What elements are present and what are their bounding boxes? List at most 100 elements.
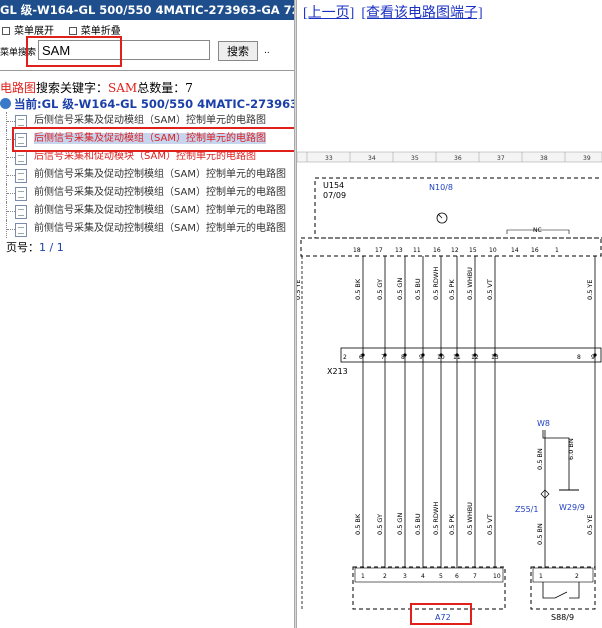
wire-label: 0.5 WHBU bbox=[466, 267, 474, 300]
current-vehicle[interactable]: 当前:GL 级-W164-GL 500/550 4MATIC-273963-GA… bbox=[0, 96, 294, 112]
wire-label: 0.5 GY bbox=[376, 514, 384, 535]
ye-wire-label: 0.5 YE bbox=[586, 515, 594, 535]
wire-junction bbox=[439, 353, 443, 357]
x213-label: X213 bbox=[327, 367, 348, 376]
ruler-label: 35 bbox=[411, 155, 419, 162]
s88-pin-2: 2 bbox=[575, 573, 579, 580]
wire-label: 0.5 BU bbox=[414, 513, 422, 535]
summary-count-label: 总数量： bbox=[137, 81, 186, 95]
top-pin-label: 16 bbox=[433, 247, 441, 254]
wire-label: 0.5 PK bbox=[448, 514, 456, 535]
pager-value[interactable]: 1 / 1 bbox=[39, 241, 64, 254]
top-pin-label: 1 bbox=[555, 247, 559, 254]
wire-label: 0.5 RDWH bbox=[432, 267, 440, 300]
w29-label: W29/9 bbox=[559, 503, 585, 512]
collapse-icon[interactable] bbox=[68, 27, 77, 35]
result-item-label: 后侧信号采集及促动模组（SAM）控制单元的电路图 bbox=[34, 115, 267, 126]
left-wire-label: 0.5 YE bbox=[297, 280, 302, 300]
wire-label: 0.5 GN bbox=[396, 278, 404, 300]
expand-icon[interactable] bbox=[2, 27, 10, 35]
result-item[interactable]: 前侧信号采集及促动控制模组（SAM）控制单元的电路图 bbox=[0, 166, 294, 184]
document-icon bbox=[15, 205, 27, 219]
switch-icon bbox=[542, 582, 580, 599]
s88-label: S88/9 bbox=[551, 613, 574, 622]
wire-junction bbox=[403, 353, 407, 357]
z55-label: Z55/1 bbox=[515, 505, 538, 514]
top-pin-label: 11 bbox=[413, 247, 421, 254]
bn-wire-label: 0.5 BN bbox=[536, 448, 544, 470]
current-vehicle-label: 当前:GL 级-W164-GL 500/550 4MATIC-273963-GA… bbox=[14, 97, 294, 111]
top-pin-label: 18 bbox=[353, 247, 361, 254]
n10-label: N10/8 bbox=[429, 183, 453, 192]
bn-wire2-label: 6.0 BN bbox=[567, 438, 575, 460]
left-panel: GL 级-W164-GL 500/550 4MATIC-273963-GA 72… bbox=[0, 0, 294, 628]
wire-label: 0.5 WHBU bbox=[466, 502, 474, 535]
search-extra: .. bbox=[264, 46, 270, 56]
wire-junction bbox=[361, 353, 365, 357]
wire-junction bbox=[493, 353, 497, 357]
wire-junction bbox=[473, 353, 477, 357]
wire-label: 0.5 VT bbox=[486, 514, 494, 535]
w8-branch: W8 W29/9 6.0 BN Z55/1 bbox=[515, 419, 585, 514]
wire-label: 0.5 GY bbox=[376, 279, 384, 300]
ruler-label: 34 bbox=[368, 155, 376, 162]
summary-keyword-label: 搜索关键字： bbox=[36, 81, 109, 95]
wire-label: 0.5 BK bbox=[354, 513, 362, 535]
divider-line bbox=[0, 70, 294, 71]
summary-prefix: 电路图 bbox=[0, 81, 37, 95]
result-item-label: 前侧信号采集及促动控制模组（SAM）控制单元的电路图 bbox=[34, 205, 287, 216]
ruler-label: 33 bbox=[325, 155, 333, 162]
nc-label: NC bbox=[533, 227, 542, 234]
wire-label: 0.5 BK bbox=[354, 278, 362, 300]
globe-icon bbox=[0, 98, 11, 109]
top-pin-label: 17 bbox=[375, 247, 383, 254]
top-pin-label: 12 bbox=[451, 247, 459, 254]
document-icon bbox=[15, 187, 27, 201]
result-item[interactable]: 前侧信号采集及促动控制模组（SAM）控制单元的电路图 bbox=[0, 202, 294, 220]
top-pin-label: 13 bbox=[395, 247, 403, 254]
top-pin-label: 14 bbox=[511, 247, 519, 254]
result-item[interactable]: 前侧信号采集及促动控制模组（SAM）控制单元的电路图 bbox=[0, 184, 294, 202]
wire-junction bbox=[455, 353, 459, 357]
bn-wire-label: 0.5 BN bbox=[536, 523, 544, 545]
bottom-pin-label: 10 bbox=[493, 573, 501, 580]
search-highlight-box bbox=[26, 36, 122, 67]
wiring-diagram: 33 34 35 36 37 38 39 U154 07/09 N10/8 18 17 13 11… bbox=[297, 151, 602, 625]
summary-keyword: SAM bbox=[108, 81, 138, 95]
search-button[interactable]: 搜索 bbox=[218, 41, 258, 61]
result-item[interactable]: 前侧信号采集及促动控制模组（SAM）控制单元的电路图 bbox=[0, 220, 294, 238]
bottom-pin-label: 1 bbox=[361, 573, 365, 580]
result-item-label: 前侧信号采集及促动控制模组（SAM）控制单元的电路图 bbox=[34, 187, 287, 198]
result-item-label: 后信号采集和促动模块（SAM）控制单元的电路图 bbox=[34, 151, 257, 162]
search-summary: 电路图搜索关键字：SAM总数量：7 bbox=[0, 79, 193, 96]
u154-label: U154 bbox=[323, 181, 344, 190]
wire-label: 0.5 VT bbox=[486, 279, 494, 300]
document-icon bbox=[15, 151, 27, 165]
bottom-pin-label: 5 bbox=[439, 573, 443, 580]
u154-box bbox=[314, 177, 602, 239]
document-icon bbox=[15, 169, 27, 183]
u154-sub-label: 07/09 bbox=[323, 191, 346, 200]
mid-pin-label: 2 bbox=[343, 354, 347, 361]
top-pin-label: 15 bbox=[469, 247, 477, 254]
wire-junction bbox=[383, 353, 387, 357]
a72-label: A72 bbox=[435, 613, 451, 622]
pager: 页号：1 / 1 bbox=[6, 239, 64, 255]
top-pin-label: 10 bbox=[489, 247, 497, 254]
bottom-pin-label: 2 bbox=[383, 573, 387, 580]
selected-highlight-box bbox=[12, 127, 294, 152]
ground-symbol-icon bbox=[436, 212, 448, 224]
ruler-label: 37 bbox=[497, 155, 505, 162]
ruler-label: 38 bbox=[540, 155, 548, 162]
vehicle-title-bar: GL 级-W164-GL 500/550 4MATIC-273963-GA 72… bbox=[0, 0, 294, 20]
document-icon bbox=[15, 223, 27, 237]
result-item-label: 前侧信号采集及促动控制模组（SAM）控制单元的电路图 bbox=[34, 223, 287, 234]
wire-label: 0.5 PK bbox=[448, 279, 456, 300]
wire-label: 0.5 RDWH bbox=[432, 502, 440, 535]
wire-junction bbox=[593, 353, 597, 357]
summary-count: 7 bbox=[185, 81, 193, 95]
wire-label: 0.5 GN bbox=[396, 513, 404, 535]
right-panel: [上一页] [查看该电路图端子] 33 34 35 36 37 38 39 U154 07/… bbox=[297, 0, 602, 628]
bottom-pin-label: 4 bbox=[421, 573, 425, 580]
w8-label: W8 bbox=[537, 419, 550, 428]
